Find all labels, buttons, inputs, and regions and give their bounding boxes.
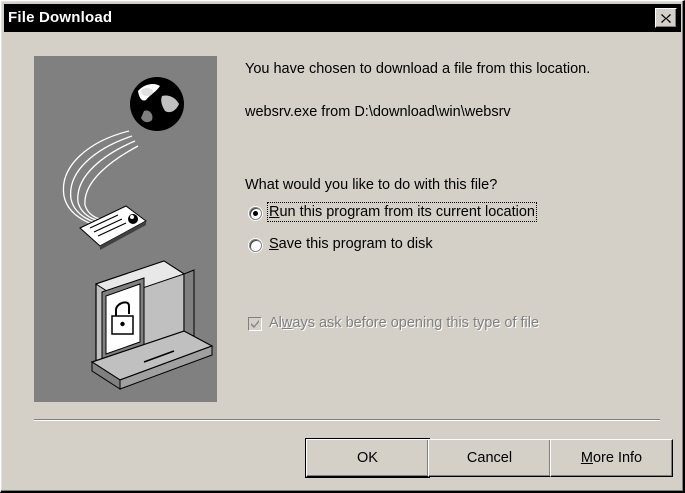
run-program-radio[interactable] [249,207,262,220]
illustration-art [62,77,214,390]
file-location-text: websrv.exe from D:\download\win\websrv [245,104,511,120]
computer-icon [90,260,214,390]
save-program-radio[interactable] [249,239,262,252]
run-label-text: un this program from its current locatio… [279,204,535,220]
separator [34,419,660,421]
save-label-text: ave this program to disk [278,236,433,252]
close-button[interactable] [655,8,677,28]
title-bar[interactable]: File Download [4,4,681,32]
ok-label: OK [357,450,378,466]
ok-button[interactable]: OK [305,438,430,478]
checkmark-icon [251,320,259,328]
file-download-dialog: File Download You have chosen to downloa… [0,0,685,493]
run-program-label[interactable]: Run this program from its current locati… [267,202,537,222]
always-ask-mnemonic: w [281,315,293,331]
save-program-label[interactable]: Save this program to disk [269,236,433,252]
run-label-mnemonic: R [269,204,280,220]
globe-icon [130,77,184,131]
always-ask-checkbox[interactable] [248,317,262,331]
download-intro-text: You have chosen to download a file from … [245,61,591,77]
more-info-text: ore Info [592,450,643,466]
action-question: What would you like to do with this file… [245,177,498,193]
download-illustration [34,56,217,402]
close-icon [661,13,671,23]
always-ask-pre: Al [269,315,282,331]
save-label-mnemonic: S [269,236,279,252]
always-ask-text: ays ask before opening this type of file [292,315,540,331]
cancel-button[interactable]: Cancel [428,439,551,477]
always-ask-label: Always ask before opening this type of f… [269,315,539,331]
more-info-mnemonic: M [580,450,593,466]
cancel-label: Cancel [466,450,513,466]
more-info-button[interactable]: More Info [550,439,673,477]
radio-selected-dot [253,211,258,216]
window-title: File Download [8,9,113,26]
